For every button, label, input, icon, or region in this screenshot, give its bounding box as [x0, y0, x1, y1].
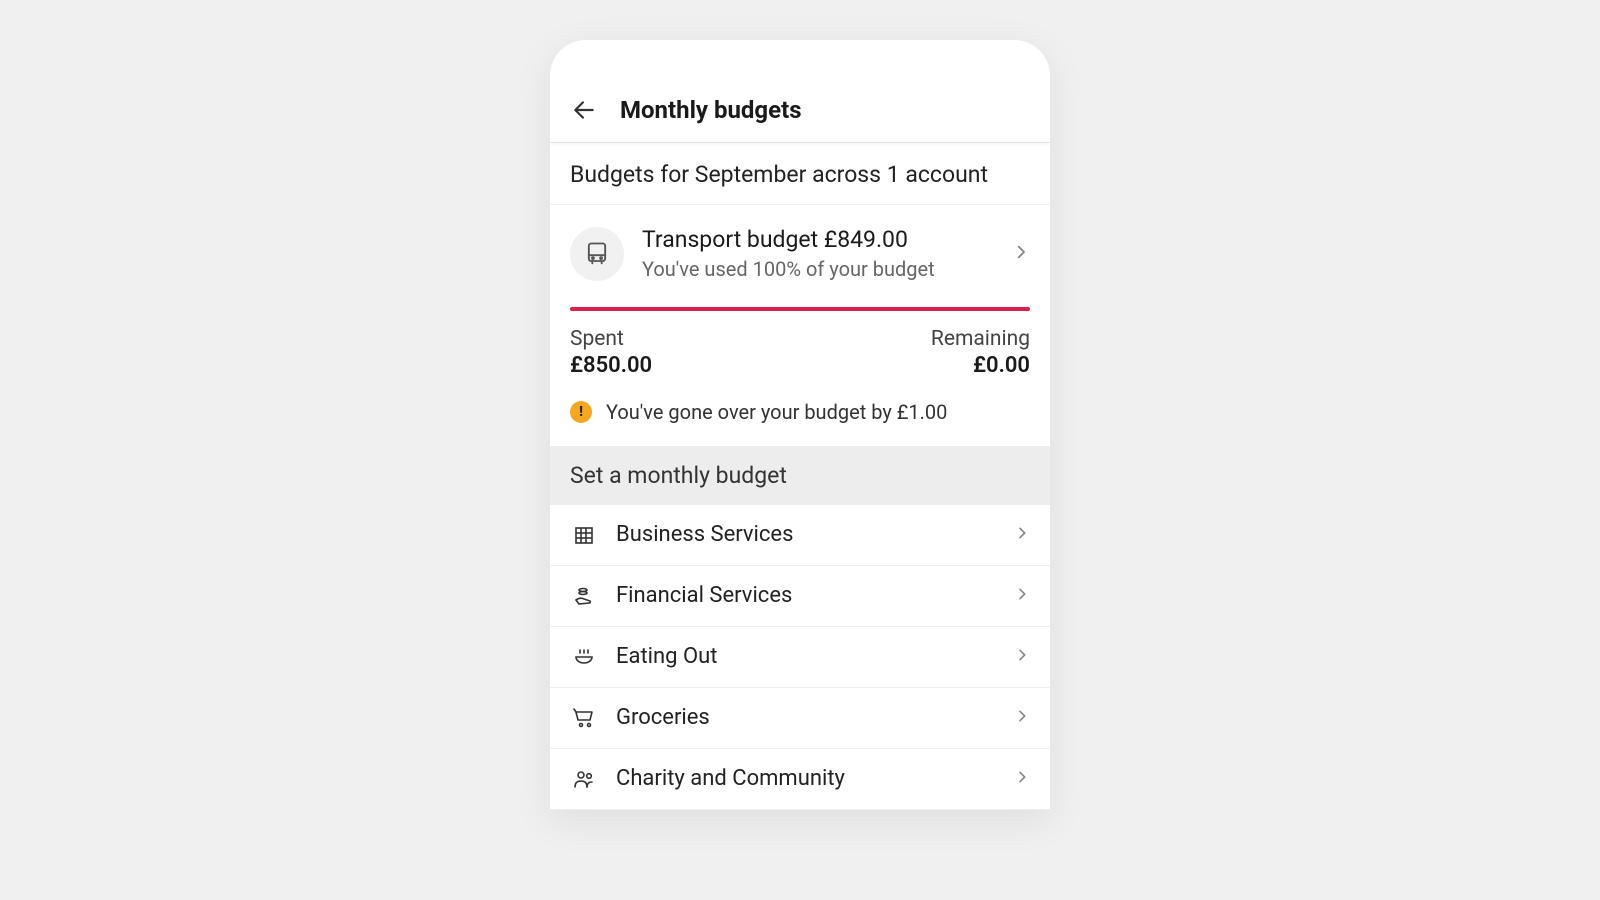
budget-card: Transport budget £849.00 You've used 100… [550, 205, 1050, 446]
bus-icon [583, 240, 611, 268]
budget-text-block: Transport budget £849.00 You've used 100… [642, 225, 994, 283]
remaining-block: Remaining £0.00 [931, 327, 1030, 378]
phone-frame: Monthly budgets Budgets for September ac… [550, 40, 1050, 810]
transport-budget-row[interactable]: Transport budget £849.00 You've used 100… [570, 225, 1030, 283]
budget-progress-bar [570, 307, 1030, 311]
cart-icon [570, 704, 598, 732]
warning-icon: ! [570, 401, 592, 423]
category-label: Groceries [616, 705, 996, 730]
chevron-right-icon [1014, 647, 1030, 667]
bowl-icon [570, 643, 598, 671]
status-bar [550, 40, 1050, 82]
category-business-services[interactable]: Business Services [550, 505, 1050, 566]
category-label: Eating Out [616, 644, 996, 669]
remaining-label: Remaining [931, 327, 1030, 351]
budget-subtitle: You've used 100% of your budget [642, 255, 994, 283]
budget-title: Transport budget £849.00 [642, 225, 994, 255]
set-budget-section-header: Set a monthly budget [550, 446, 1050, 505]
page-title: Monthly budgets [620, 96, 802, 124]
alert-text: You've gone over your budget by £1.00 [606, 400, 947, 424]
summary-text: Budgets for September across 1 account [570, 161, 1030, 188]
summary-section: Budgets for September across 1 account [550, 143, 1050, 205]
amounts-row: Spent £850.00 Remaining £0.00 [570, 327, 1030, 378]
app-header: Monthly budgets [550, 82, 1050, 143]
back-button[interactable] [570, 96, 598, 124]
spent-label: Spent [570, 327, 652, 351]
hand-coins-icon [570, 582, 598, 610]
over-budget-alert: ! You've gone over your budget by £1.00 [570, 400, 1030, 424]
chevron-right-icon [1014, 708, 1030, 728]
category-label: Financial Services [616, 583, 996, 608]
chevron-right-icon [1014, 586, 1030, 606]
category-avatar [570, 227, 624, 281]
category-label: Business Services [616, 522, 996, 547]
category-charity-community[interactable]: Charity and Community [550, 749, 1050, 810]
remaining-value: £0.00 [931, 353, 1030, 378]
category-financial-services[interactable]: Financial Services [550, 566, 1050, 627]
chevron-right-icon [1014, 769, 1030, 789]
building-icon [570, 521, 598, 549]
category-groceries[interactable]: Groceries [550, 688, 1050, 749]
people-icon [570, 765, 598, 793]
category-eating-out[interactable]: Eating Out [550, 627, 1050, 688]
chevron-right-icon [1012, 243, 1030, 265]
arrow-left-icon [571, 97, 597, 123]
category-label: Charity and Community [616, 766, 996, 791]
spent-block: Spent £850.00 [570, 327, 652, 378]
chevron-right-icon [1014, 525, 1030, 545]
spent-value: £850.00 [570, 353, 652, 378]
